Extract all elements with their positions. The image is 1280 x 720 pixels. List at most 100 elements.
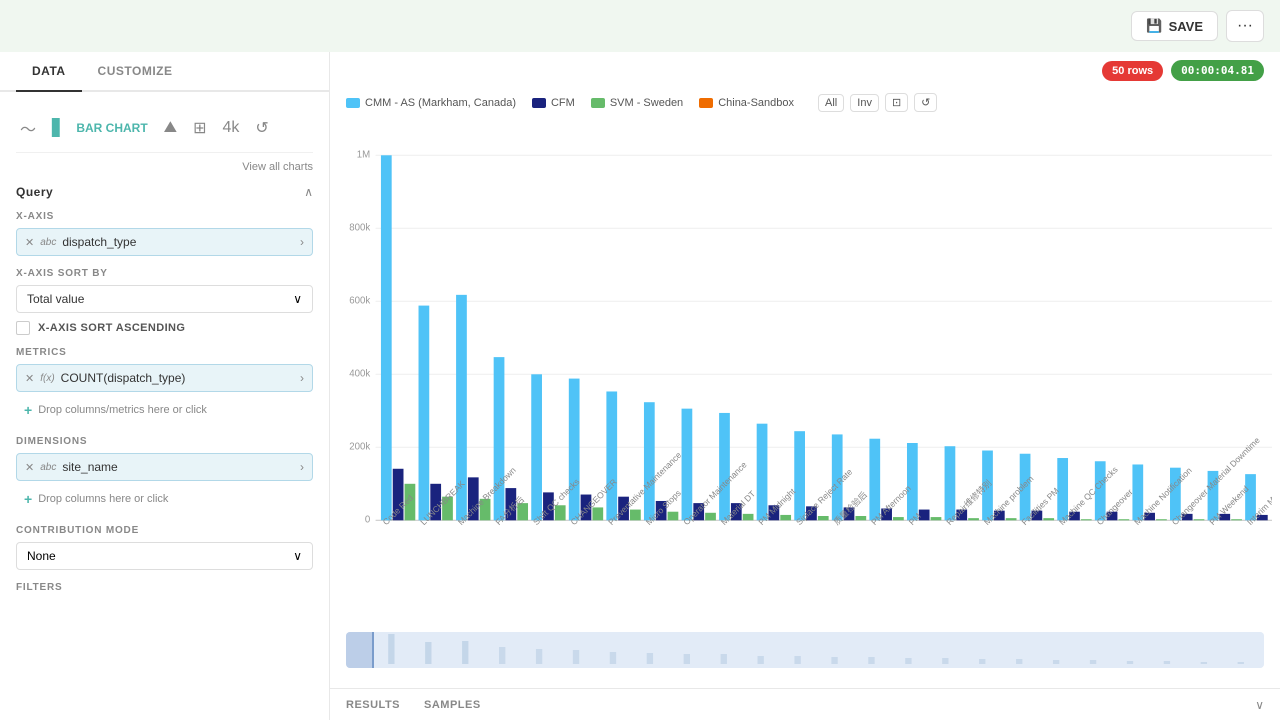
save-button[interactable]: 💾 SAVE — [1131, 11, 1218, 41]
dimensions-type: abc — [40, 462, 56, 473]
bar-chart-icon[interactable]: ▋ — [48, 114, 68, 142]
chart-type-label: BAR CHART — [76, 121, 147, 135]
x-axis-type: abc — [40, 237, 56, 248]
x-axis-sort-dropdown[interactable]: Total value ∨ — [16, 285, 313, 313]
tab-data[interactable]: DATA — [16, 52, 82, 92]
metrics-plus-icon: + — [24, 402, 32, 418]
rows-badge: 50 rows — [1102, 61, 1163, 81]
save-icon: 💾 — [1146, 18, 1162, 34]
chart-controls: 50 rows 00:00:04.81 — [1102, 60, 1264, 81]
contribution-value: None — [27, 549, 56, 563]
bottom-chevron-icon[interactable]: ∨ — [1255, 698, 1264, 712]
area-chart-icon[interactable]: ⛰ — [160, 115, 181, 141]
legend-label-china: China-Sandbox — [718, 97, 794, 109]
legend-item-cmm: CMM - AS (Markham, Canada) — [346, 97, 516, 109]
contribution-chevron-icon: ∨ — [293, 549, 302, 563]
mini-chart-handle[interactable] — [346, 632, 374, 668]
dimensions-plus-icon: + — [24, 491, 32, 507]
legend-label-svm: SVM - Sweden — [610, 97, 683, 109]
line-chart-icon[interactable]: 〜 — [16, 112, 40, 144]
legend-color-cfm — [532, 98, 546, 108]
legend-color-china — [699, 98, 713, 108]
dimensions-remove-icon[interactable]: ✕ — [25, 461, 34, 474]
x-axis-remove-icon[interactable]: ✕ — [25, 236, 34, 249]
x-axis-field-name: dispatch_type — [62, 235, 136, 249]
metrics-remove-icon[interactable]: ✕ — [25, 372, 34, 385]
svg-text:200k: 200k — [349, 441, 370, 452]
legend: CMM - AS (Markham, Canada) CFM SVM - Swe… — [330, 89, 1280, 112]
svg-text:400k: 400k — [349, 368, 370, 379]
sort-chevron-icon: ∨ — [293, 292, 302, 306]
legend-item-china: China-Sandbox — [699, 97, 794, 109]
mini-chart[interactable] — [346, 632, 1264, 668]
metrics-arrow-icon: › — [300, 371, 304, 385]
collapse-icon[interactable]: ∧ — [304, 185, 313, 199]
main-content: DATA CUSTOMIZE 〜 ▋ BAR CHART ⛰ ⊞ 4k ↺ Vi… — [0, 52, 1280, 720]
metrics-field-name: COUNT(dispatch_type) — [61, 371, 186, 385]
view-all-charts-link[interactable]: View all charts — [16, 161, 313, 173]
panel-content: 〜 ▋ BAR CHART ⛰ ⊞ 4k ↺ View all charts Q… — [0, 92, 329, 720]
metrics-field-chip[interactable]: ✕ f(x) COUNT(dispatch_type) › — [16, 364, 313, 392]
svg-text:600k: 600k — [349, 295, 370, 306]
sort-ascending-label: X-AXIS SORT ASCENDING — [38, 322, 185, 334]
legend-label-cfm: CFM — [551, 97, 575, 109]
refresh-icon[interactable]: ↺ — [251, 114, 272, 142]
mini-chart-svg — [346, 632, 1264, 668]
save-label: SAVE — [1169, 19, 1203, 34]
dimensions-field-name: site_name — [62, 460, 117, 474]
more-icon: ··· — [1237, 17, 1253, 34]
contribution-label: CONTRIBUTION MODE — [16, 525, 313, 536]
bar-chart-svg: 1M 800k 600k 400k 200k 0 — [338, 112, 1272, 628]
top-bar: 💾 SAVE ··· — [0, 0, 1280, 52]
number-4k-icon[interactable]: 4k — [219, 115, 244, 141]
x-axis-field-chip[interactable]: ✕ abc dispatch_type › — [16, 228, 313, 256]
x-axis-label: X-AXIS — [16, 211, 313, 222]
chart-header: 50 rows 00:00:04.81 — [330, 52, 1280, 89]
filters-label: FILTERS — [16, 582, 313, 593]
legend-inv-button[interactable]: Inv — [850, 94, 879, 112]
metrics-label: METRICS — [16, 347, 313, 358]
timer-badge: 00:00:04.81 — [1171, 60, 1264, 81]
tab-samples[interactable]: SAMPLES — [424, 699, 481, 711]
x-axis-sort-label: X-AXIS SORT BY — [16, 268, 313, 279]
svg-text:1M: 1M — [357, 149, 370, 160]
table-icon[interactable]: ⊞ — [189, 114, 210, 142]
x-axis-arrow-icon: › — [300, 235, 304, 249]
bottom-tabs: RESULTS SAMPLES ∨ — [330, 688, 1280, 720]
dimensions-field-chip[interactable]: ✕ abc site_name › — [16, 453, 313, 481]
metrics-drop-label: Drop columns/metrics here or click — [38, 404, 207, 416]
tab-results[interactable]: RESULTS — [346, 699, 400, 711]
dimensions-arrow-icon: › — [300, 460, 304, 474]
legend-all-button[interactable]: All — [818, 94, 844, 112]
tab-bar: DATA CUSTOMIZE — [0, 52, 329, 92]
legend-item-cfm: CFM — [532, 97, 575, 109]
legend-reset-icon[interactable]: ↺ — [914, 93, 937, 112]
dimensions-drop-zone[interactable]: + Drop columns here or click — [16, 485, 313, 513]
svg-text:800k: 800k — [349, 222, 370, 233]
legend-color-cmm — [346, 98, 360, 108]
query-section-header: Query ∧ — [16, 185, 313, 199]
legend-label-cmm: CMM - AS (Markham, Canada) — [365, 97, 516, 109]
sort-value: Total value — [27, 292, 84, 306]
legend-controls: All Inv ⊡ ↺ — [818, 93, 937, 112]
more-button[interactable]: ··· — [1226, 10, 1264, 42]
legend-color-svm — [591, 98, 605, 108]
dimensions-label: DIMENSIONS — [16, 436, 313, 447]
metrics-drop-zone[interactable]: + Drop columns/metrics here or click — [16, 396, 313, 424]
query-title: Query — [16, 185, 53, 199]
sort-ascending-row: X-AXIS SORT ASCENDING — [16, 321, 313, 335]
chart-type-bar: 〜 ▋ BAR CHART ⛰ ⊞ 4k ↺ — [16, 104, 313, 153]
contribution-dropdown[interactable]: None ∨ — [16, 542, 313, 570]
legend-copy-icon[interactable]: ⊡ — [885, 93, 908, 112]
app-container: 💾 SAVE ··· DATA CUSTOMIZE 〜 ▋ BAR CHART … — [0, 0, 1280, 720]
dimensions-drop-label: Drop columns here or click — [38, 493, 168, 505]
tab-customize[interactable]: CUSTOMIZE — [82, 52, 189, 90]
chart-area: 1M 800k 600k 400k 200k 0 — [330, 112, 1280, 628]
metrics-type: f(x) — [40, 373, 54, 384]
bottom-controls — [330, 628, 1280, 688]
legend-item-svm: SVM - Sweden — [591, 97, 683, 109]
right-panel: 50 rows 00:00:04.81 CMM - AS (Markham, C… — [330, 52, 1280, 720]
left-panel: DATA CUSTOMIZE 〜 ▋ BAR CHART ⛰ ⊞ 4k ↺ Vi… — [0, 52, 330, 720]
svg-text:0: 0 — [365, 514, 370, 525]
sort-ascending-checkbox[interactable] — [16, 321, 30, 335]
